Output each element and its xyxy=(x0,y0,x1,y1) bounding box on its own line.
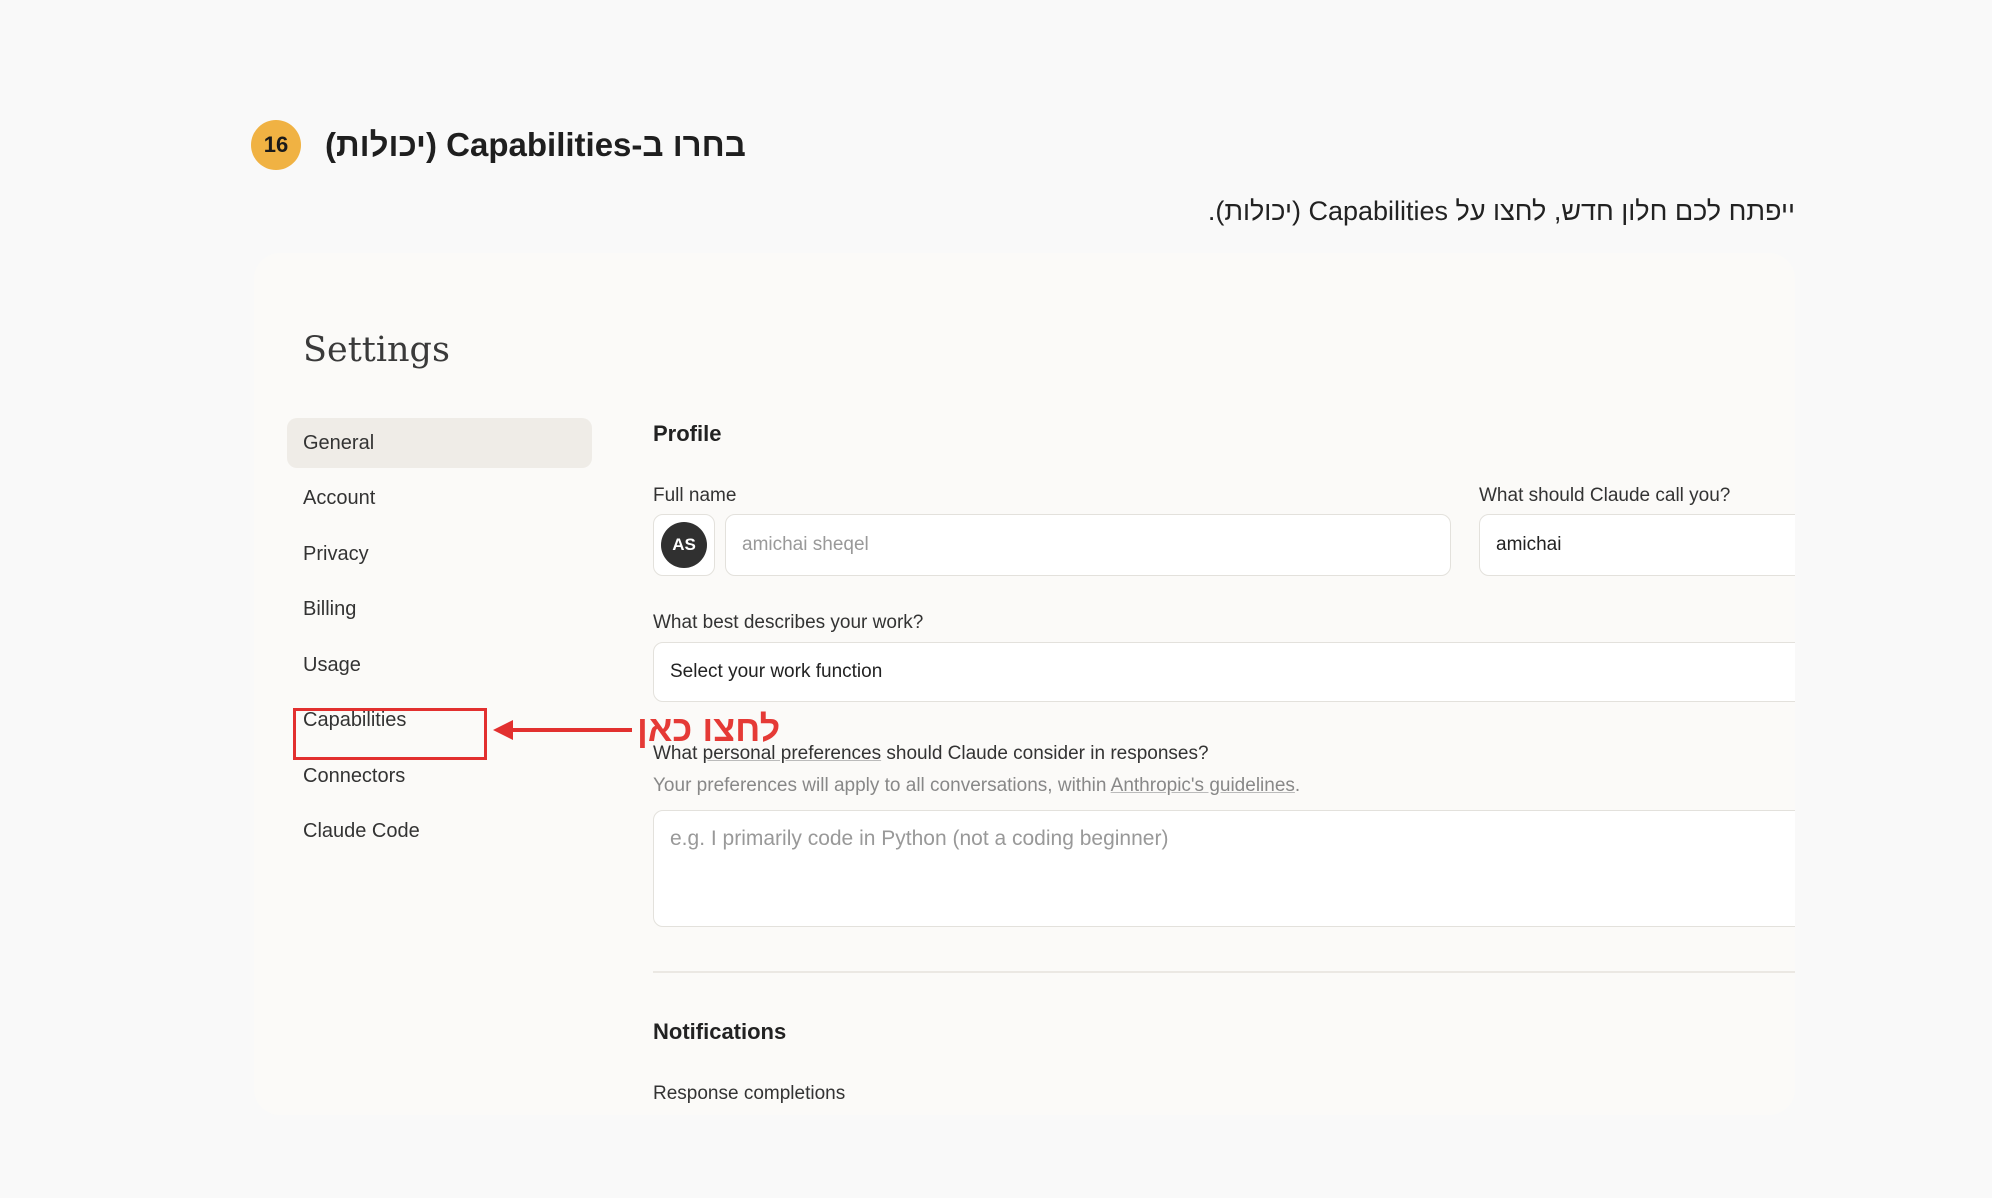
preferences-label-suffix: should Claude consider in responses? xyxy=(881,743,1209,764)
personal-preferences-link[interactable]: personal preferences xyxy=(703,743,882,764)
work-label: What best describes your work? xyxy=(653,612,924,633)
avatar-container[interactable]: AS xyxy=(653,514,715,576)
section-divider xyxy=(653,971,1795,973)
preferences-sublabel: Your preferences will apply to all conve… xyxy=(653,775,1300,797)
arrow-icon xyxy=(493,720,632,740)
nav-item-privacy[interactable]: Privacy xyxy=(287,529,592,579)
work-function-select[interactable]: Select your work function xyxy=(653,642,1795,702)
preferences-label: What personal preferences should Claude … xyxy=(653,743,1209,765)
guidelines-link[interactable]: Anthropic's guidelines xyxy=(1111,775,1295,796)
step-number-badge: 16 xyxy=(251,120,301,170)
preferences-textarea[interactable]: e.g. I primarily code in Python (not a c… xyxy=(653,810,1795,927)
call-you-label: What should Claude call you? xyxy=(1479,485,1731,506)
step-header: 16 בחרו ב-Capabilities (יכולות) xyxy=(251,120,746,170)
step-title: בחרו ב-Capabilities (יכולות) xyxy=(325,126,746,163)
nav-item-billing[interactable]: Billing xyxy=(287,585,592,635)
preferences-sub-suffix: . xyxy=(1294,775,1301,796)
capabilities-highlight-box xyxy=(293,708,487,760)
preferences-sub-prefix: Your preferences will apply to all conve… xyxy=(653,775,1111,796)
response-completions-label: Response completions xyxy=(653,1083,846,1104)
nav-item-general[interactable]: General xyxy=(287,418,592,468)
nav-item-usage[interactable]: Usage xyxy=(287,640,592,690)
notifications-title: Notifications xyxy=(653,1019,787,1044)
preferences-label-prefix: What xyxy=(653,743,703,764)
full-name-label: Full name xyxy=(653,485,737,506)
nav-item-account[interactable]: Account xyxy=(287,474,592,524)
nav-item-claude-code[interactable]: Claude Code xyxy=(287,807,592,857)
avatar: AS xyxy=(661,522,707,568)
call-you-input[interactable]: amichai xyxy=(1479,514,1795,576)
step-description: ייפתח לכם חלון חדש, לחצו על Capabilities… xyxy=(1207,196,1795,226)
settings-screenshot: Settings General Account Privacy Billing… xyxy=(254,253,1795,1115)
full-name-input[interactable]: amichai sheqel xyxy=(725,514,1451,576)
profile-title: Profile xyxy=(653,421,722,446)
settings-nav: General Account Privacy Billing Usage Ca… xyxy=(287,418,592,862)
settings-title: Settings xyxy=(303,330,450,370)
